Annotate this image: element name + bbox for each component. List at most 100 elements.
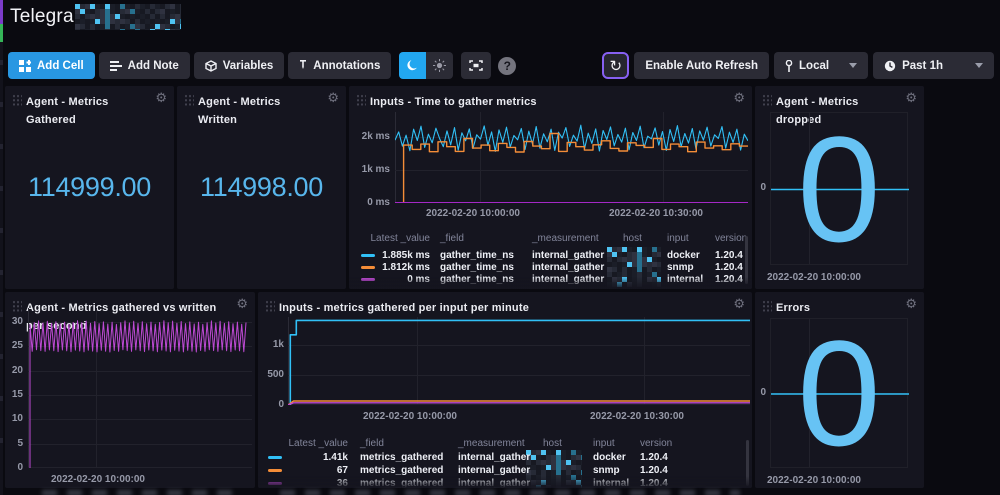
refresh-button[interactable]: ↻ — [602, 52, 629, 79]
dark-mode-toggle[interactable] — [399, 52, 426, 79]
add-note-button[interactable]: Add Note — [99, 52, 190, 79]
legend-input: snmp — [667, 262, 694, 273]
legend-field: metrics_gathered — [360, 465, 443, 476]
errors-chart[interactable]: 0 — [770, 318, 908, 468]
y-tick: 20 — [5, 365, 23, 376]
legend-row: 1.41k metrics_gathered internal_gather d… — [258, 452, 752, 464]
light-mode-toggle[interactable] — [426, 52, 453, 79]
legend-row: 1.885k ms gather_time_ns internal_gather… — [349, 250, 752, 262]
cell-errors: ⚙ Errors 0 0 2022-02-20 10:00:00 — [755, 292, 924, 488]
legend-col-version: version — [640, 438, 672, 449]
cell-settings-gear-icon[interactable]: ⚙ — [905, 90, 917, 106]
add-note-label: Add Note — [128, 60, 179, 72]
cutoff-content-blur — [42, 490, 242, 495]
line-chart-canvas — [395, 112, 748, 203]
y-tick: 10 — [5, 413, 23, 424]
time-range-value: Past 1h — [902, 60, 943, 72]
legend-col-host: host — [543, 438, 562, 449]
legend-col-field: _field — [440, 233, 464, 244]
x-tick: 2022-02-20 10:00:00 — [51, 474, 145, 485]
enable-auto-refresh-label: Enable Auto Refresh — [645, 60, 758, 72]
legend-measurement: internal_gather — [458, 452, 530, 463]
chevron-down-icon — [975, 63, 983, 68]
legend-col-measurement: _measurement — [532, 233, 599, 244]
toolbar-left: Add Cell Add Note Variables Annotations … — [8, 52, 516, 79]
annotations-button[interactable]: Annotations — [288, 52, 391, 79]
x-tick: 2022-02-20 10:30:00 — [590, 411, 684, 422]
drag-handle-icon[interactable] — [12, 300, 22, 313]
timezone-value: Local — [799, 60, 829, 72]
add-cell-icon — [19, 60, 31, 72]
cell-settings-gear-icon[interactable]: ⚙ — [733, 90, 745, 106]
single-stat-value: 0 — [771, 113, 907, 264]
time-range-dropdown[interactable]: Past 1h — [873, 52, 994, 79]
variables-button[interactable]: Variables — [194, 52, 285, 79]
x-tick: 2022-02-20 10:00:00 — [767, 272, 861, 283]
cutoff-content-blur — [280, 490, 740, 495]
y-tick: 500 — [258, 369, 284, 380]
cell-title: Inputs - Time to gather metrics — [370, 96, 537, 108]
legend-fade — [258, 476, 752, 488]
x-tick: 2022-02-20 10:00:00 — [767, 475, 861, 486]
drag-handle-icon[interactable] — [265, 300, 275, 313]
presentation-mode-button[interactable] — [461, 52, 491, 79]
legend-measurement: internal_gather — [532, 262, 604, 273]
y-tick: 5 — [5, 438, 23, 449]
legend-measurement: internal_gather — [458, 465, 530, 476]
cell-settings-gear-icon[interactable]: ⚙ — [905, 296, 917, 312]
redacted-dashboard-name — [75, 4, 181, 30]
dashboard-screen: Telegra Add Cell Add Note Variables Anno… — [0, 0, 1000, 495]
legend-input: docker — [667, 250, 700, 261]
line-chart-canvas — [288, 317, 750, 405]
metrics-dropped-chart[interactable]: 0 — [770, 112, 908, 265]
sun-icon — [433, 59, 446, 72]
nav-sidebar-sliver[interactable] — [0, 0, 3, 495]
cell-metrics-gathered: ⚙ Agent - Metrics Gathered 114999.00 — [5, 86, 174, 289]
y-tick: 30 — [5, 316, 23, 327]
x-tick: 2022-02-20 10:00:00 — [426, 208, 520, 219]
presentation-icon — [469, 60, 483, 71]
add-cell-button[interactable]: Add Cell — [8, 52, 95, 79]
y-tick: 2k ms — [349, 131, 390, 142]
cell-gathered-vs-written: ⚙ Agent - Metrics gathered vs written pe… — [5, 292, 255, 488]
legend-measurement: internal_gather — [532, 250, 604, 261]
cell-settings-gear-icon[interactable]: ⚙ — [733, 296, 745, 312]
legend-input: docker — [593, 452, 626, 463]
location-pin-icon — [785, 60, 793, 72]
single-stat-value: 114998.00 — [177, 86, 346, 289]
legend-version: 1.20.4 — [640, 465, 668, 476]
y-tick: 15 — [5, 389, 23, 400]
legend-latest: 67 — [278, 465, 348, 476]
legend-input: snmp — [593, 465, 620, 476]
legend-latest: 1.41k — [278, 452, 348, 463]
legend-col-input: input — [593, 438, 615, 449]
gathered-vs-written-chart[interactable] — [28, 308, 252, 468]
drag-handle-icon[interactable] — [762, 94, 772, 107]
drag-handle-icon[interactable] — [356, 94, 366, 107]
legend-col-latest: Latest _value — [278, 438, 348, 449]
legend-fade — [349, 277, 752, 289]
y-tick: 0 — [5, 462, 23, 473]
dashboard-title: Telegra — [10, 6, 74, 28]
cell-title: Inputs - metrics gathered per input per … — [279, 302, 529, 314]
timezone-dropdown[interactable]: Local — [774, 52, 868, 79]
legend-field: gather_time_ns — [440, 262, 514, 273]
legend-col-host: host — [623, 233, 642, 244]
x-tick: 2022-02-20 10:00:00 — [363, 411, 457, 422]
pin-icon — [299, 60, 307, 72]
chevron-down-icon — [849, 63, 857, 68]
note-icon — [110, 61, 122, 71]
legend-version: 1.20.4 — [640, 452, 668, 463]
enable-auto-refresh-button[interactable]: Enable Auto Refresh — [634, 52, 769, 79]
y-tick: 0 — [258, 399, 284, 410]
legend-field: metrics_gathered — [360, 452, 443, 463]
gather-time-chart[interactable] — [395, 112, 748, 203]
legend-col-field: _field — [360, 438, 384, 449]
legend-version: 1.20.4 — [715, 250, 743, 261]
help-button[interactable]: ? — [498, 57, 516, 75]
drag-handle-icon[interactable] — [762, 300, 772, 313]
cell-metrics-dropped: ⚙ Agent - Metrics dropped 0 0 2022-02-20… — [755, 86, 924, 289]
legend-col-latest: Latest _value — [361, 233, 430, 244]
legend-col-version: version — [715, 233, 747, 244]
metrics-per-input-chart[interactable] — [288, 317, 750, 405]
